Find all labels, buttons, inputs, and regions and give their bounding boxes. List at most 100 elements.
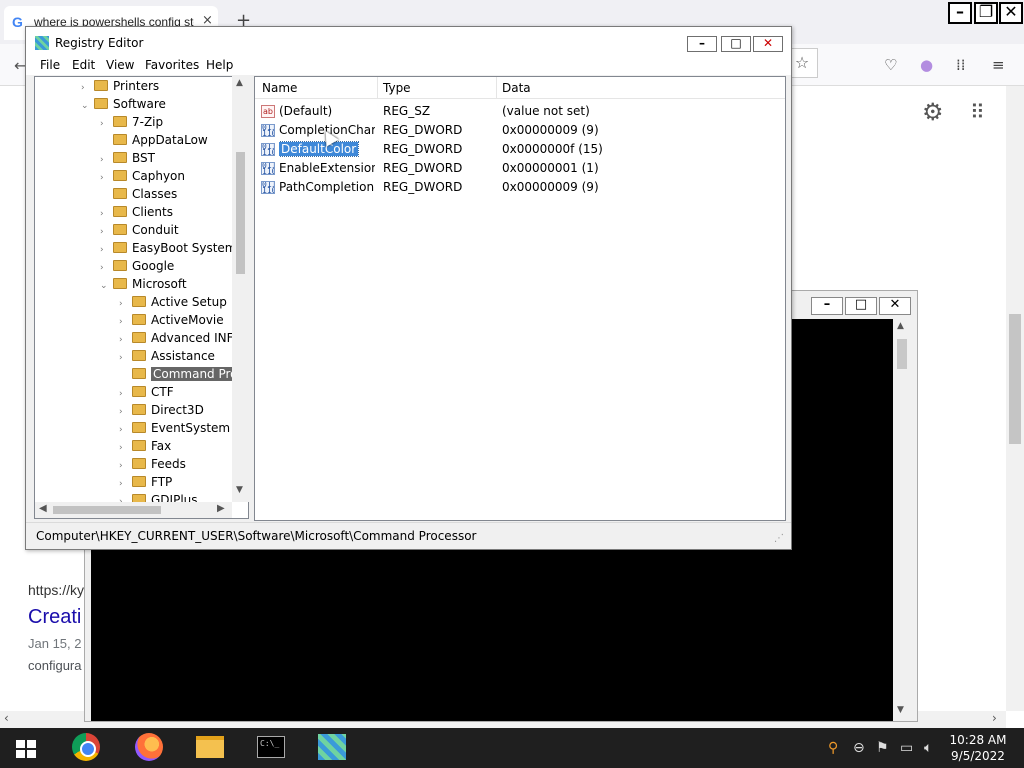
console-close-button[interactable]: ✕	[879, 297, 911, 315]
tree-node[interactable]: › Feeds	[119, 455, 186, 473]
volume-tray-icon[interactable]: 🔈︎	[924, 740, 932, 756]
tree-node[interactable]: › FTP	[119, 473, 172, 491]
folder-icon	[132, 440, 146, 451]
collapse-icon[interactable]: ⌄	[100, 277, 110, 295]
settings-gear-icon[interactable]: ⚙	[922, 98, 944, 126]
folder-icon	[113, 116, 127, 127]
console-minimize-button[interactable]: –	[811, 297, 843, 315]
column-type[interactable]: Type	[383, 81, 411, 95]
tree-node[interactable]: › Clients	[100, 203, 173, 221]
menu-file[interactable]: File	[40, 58, 60, 72]
tree-node[interactable]: › Assistance	[119, 347, 215, 365]
menu-favorites[interactable]: Favorites	[145, 58, 199, 72]
scrollbar-thumb[interactable]	[897, 339, 907, 369]
console-scrollbar[interactable]: ▲ ▼	[893, 319, 911, 721]
scroll-down-icon[interactable]: ▼	[897, 705, 904, 715]
value-name-text: PathCompletion...	[279, 180, 375, 194]
registry-key-tree[interactable]: › Printers ⌄ Software › 7-Zip AppDataLow › BST › C…	[34, 76, 249, 519]
minimize-button[interactable]: –	[687, 36, 717, 52]
scroll-left-icon[interactable]: ◀	[39, 503, 47, 514]
tree-node-label: Clients	[132, 205, 173, 219]
firefox-icon[interactable]	[135, 733, 163, 761]
search-result-title[interactable]: Creati	[28, 606, 81, 629]
status-path: Computer\HKEY_CURRENT_USER\Software\Micr…	[36, 529, 477, 543]
scroll-right-icon[interactable]: ▶	[217, 503, 225, 514]
close-button[interactable]: ✕	[753, 36, 783, 52]
google-apps-icon[interactable]: ⠿	[970, 100, 985, 124]
pocket-icon[interactable]: ♡	[884, 56, 897, 74]
tree-node[interactable]: › CTF	[119, 383, 174, 401]
registry-editor-taskbar-icon[interactable]	[318, 734, 346, 760]
account-icon[interactable]: ●	[920, 56, 933, 74]
system-clock[interactable]: 10:28 AM 9/5/2022	[945, 732, 1011, 764]
scrollbar-thumb[interactable]	[1009, 314, 1021, 444]
tree-node[interactable]: › Direct3D	[119, 401, 204, 419]
tree-node[interactable]: › EventSystem	[119, 419, 230, 437]
scroll-down-icon[interactable]: ▼	[236, 485, 243, 495]
value-row[interactable]: 011 110 PathCompletion... REG_DWORD 0x00000…	[255, 178, 785, 197]
value-row[interactable]: ab (Default) REG_SZ (value not set)	[255, 102, 785, 121]
search-result-url: https://ky	[28, 582, 85, 598]
registry-values-list[interactable]: Name Type Data ab (Default) REG_SZ (value n…	[254, 76, 786, 521]
folder-icon	[113, 224, 127, 235]
tree-node-label: Google	[132, 259, 175, 273]
value-data: 0x0000000f (15)	[502, 142, 603, 156]
command-prompt-icon[interactable]: C:\_	[257, 736, 285, 758]
tree-node[interactable]: › Conduit	[100, 221, 179, 239]
menu-icon[interactable]: ≡	[992, 56, 1005, 74]
tree-node[interactable]: › 7-Zip	[100, 113, 163, 131]
value-data: 0x00000009 (9)	[502, 123, 599, 137]
scroll-up-icon[interactable]: ▲	[236, 78, 243, 88]
scroll-left-icon[interactable]: ‹	[4, 711, 9, 725]
network-tray-icon[interactable]: ▭	[900, 740, 913, 756]
tree-vertical-scrollbar[interactable]: ▲ ▼	[232, 76, 249, 502]
windows-start-icon[interactable]	[16, 740, 36, 758]
minus-tray-icon[interactable]: ⊖	[853, 740, 865, 756]
regedit-titlebar[interactable]: Registry Editor – □ ✕	[26, 27, 791, 57]
menu-help[interactable]: Help	[206, 58, 233, 72]
column-divider[interactable]	[377, 77, 378, 99]
column-divider[interactable]	[496, 77, 497, 99]
tree-node[interactable]: › Active Setup	[119, 293, 227, 311]
menu-edit[interactable]: Edit	[72, 58, 95, 72]
search-tray-icon[interactable]: ⚲	[828, 740, 838, 756]
maximize-button[interactable]: □	[721, 36, 751, 52]
collapse-icon[interactable]: ⌄	[81, 97, 91, 115]
tree-node[interactable]: ⌄ Software	[81, 95, 166, 113]
tree-node[interactable]: › Advanced INF	[119, 329, 234, 347]
file-explorer-icon[interactable]	[196, 736, 224, 758]
folder-icon	[113, 242, 127, 253]
tree-node[interactable]: › Google	[100, 257, 174, 275]
value-row[interactable]: 011 110 EnableExtensions REG_DWORD 0x000000…	[255, 159, 785, 178]
tree-node-label: EasyBoot Systems	[132, 241, 243, 255]
scrollbar-thumb[interactable]	[236, 152, 245, 274]
scroll-right-icon[interactable]: ›	[992, 711, 997, 725]
column-name[interactable]: Name	[262, 81, 297, 95]
tree-node[interactable]: ⌄ Microsoft	[100, 275, 187, 293]
tree-node[interactable]: Classes	[100, 185, 177, 203]
tree-node[interactable]: › BST	[100, 149, 155, 167]
tree-node[interactable]: › EasyBoot Systems	[100, 239, 243, 257]
console-maximize-button[interactable]: □	[845, 297, 877, 315]
tree-horizontal-scrollbar[interactable]: ◀ ▶	[35, 502, 232, 518]
tree-node[interactable]: › ActiveMovie	[119, 311, 224, 329]
scroll-up-icon[interactable]: ▲	[897, 321, 904, 331]
value-name-text: DefaultColor	[279, 141, 360, 157]
menu-view[interactable]: View	[106, 58, 134, 72]
flag-tray-icon[interactable]: ⚑	[876, 740, 889, 756]
value-row[interactable]: 011 110 DefaultColor REG_DWORD 0x0000000f (…	[255, 140, 785, 159]
resize-grip-icon[interactable]: ⋰	[774, 533, 784, 544]
browser-close-button[interactable]: ✕	[999, 2, 1023, 24]
tree-node[interactable]: AppDataLow	[100, 131, 208, 149]
chrome-icon[interactable]	[72, 733, 100, 761]
browser-minimize-button[interactable]: –	[948, 2, 972, 24]
tree-node[interactable]: › Printers	[81, 77, 159, 95]
column-data[interactable]: Data	[502, 81, 531, 95]
tree-node[interactable]: › Fax	[119, 437, 171, 455]
browser-restore-button[interactable]: ❐	[974, 2, 998, 24]
scrollbar-thumb[interactable]	[53, 506, 161, 514]
browser-vertical-scrollbar[interactable]	[1006, 86, 1024, 711]
extensions-icon[interactable]: ⁞⁞	[956, 56, 966, 74]
tree-node[interactable]: Command Pro	[119, 365, 240, 383]
tree-node[interactable]: › Caphyon	[100, 167, 185, 185]
